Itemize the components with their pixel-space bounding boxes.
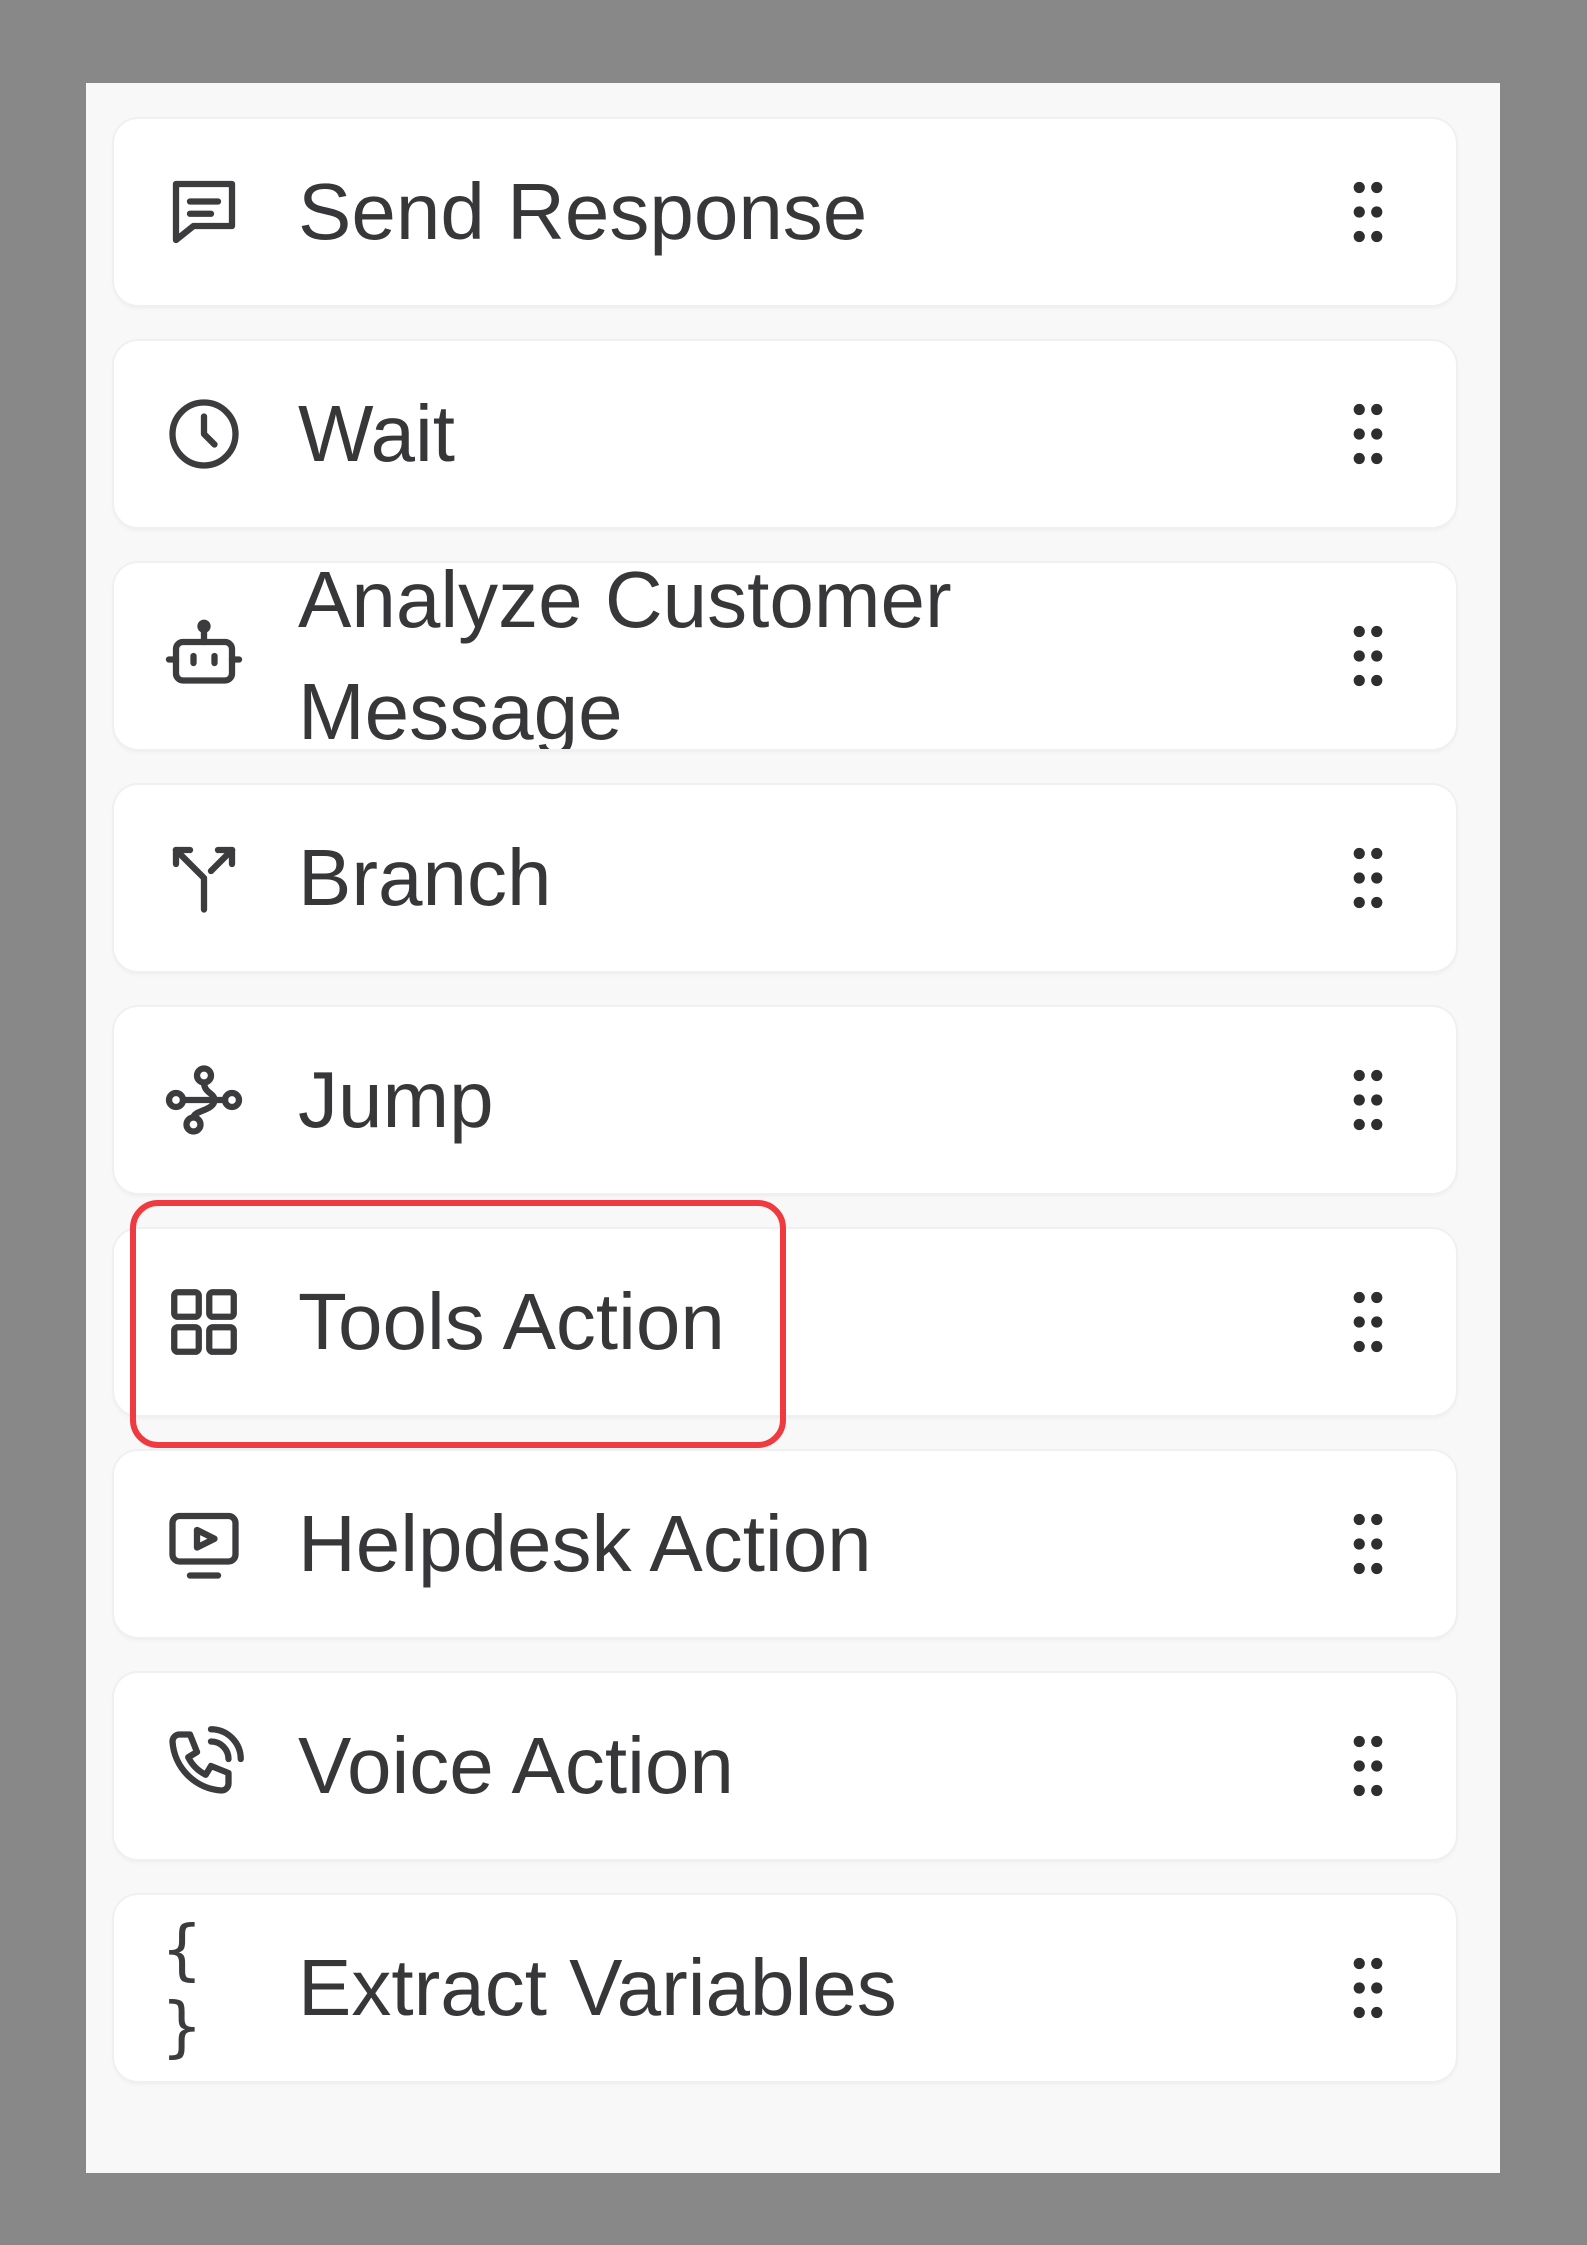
action-label: Tools Action (298, 1277, 725, 1366)
action-tools-action[interactable]: Tools Action (114, 1229, 1456, 1415)
drag-handle-icon[interactable] (1350, 399, 1386, 469)
message-square-icon (162, 170, 246, 254)
action-helpdesk-action[interactable]: Helpdesk Action (114, 1451, 1456, 1637)
action-label: Helpdesk Action (298, 1499, 872, 1588)
drag-handle-icon[interactable] (1350, 1287, 1386, 1357)
action-list: Send Response Wait Analyze Customer Mess… (114, 119, 1456, 2117)
bot-icon (162, 614, 246, 698)
action-jump[interactable]: Jump (114, 1007, 1456, 1193)
monitor-play-icon (162, 1502, 246, 1586)
drag-handle-icon[interactable] (1350, 843, 1386, 913)
drag-handle-icon[interactable] (1350, 621, 1386, 691)
grid-icon (162, 1280, 246, 1364)
action-voice-action[interactable]: Voice Action (114, 1673, 1456, 1859)
action-label: Wait (298, 389, 456, 478)
drag-handle-icon[interactable] (1350, 177, 1386, 247)
action-branch[interactable]: Branch (114, 785, 1456, 971)
action-send-response[interactable]: Send Response (114, 119, 1456, 305)
action-label: Branch (298, 833, 552, 922)
drag-handle-icon[interactable] (1350, 1509, 1386, 1579)
action-label: Analyze Customer Message (298, 563, 952, 749)
action-wait[interactable]: Wait (114, 341, 1456, 527)
braces-icon: { } (162, 1911, 208, 2065)
action-extract-variables[interactable]: { } Extract Variables (114, 1895, 1456, 2081)
drag-handle-icon[interactable] (1350, 1953, 1386, 2023)
workflow-icon (162, 1058, 246, 1142)
action-label: Extract Variables (298, 1943, 897, 2032)
action-label: Jump (298, 1055, 494, 1144)
action-label: Send Response (298, 167, 868, 256)
action-analyze-customer-message[interactable]: Analyze Customer Message (114, 563, 1456, 749)
phone-call-icon (162, 1724, 246, 1808)
clock-icon (162, 392, 246, 476)
actions-panel: Send Response Wait Analyze Customer Mess… (86, 83, 1500, 2173)
split-icon (162, 836, 246, 920)
action-label: Voice Action (298, 1721, 734, 1810)
drag-handle-icon[interactable] (1350, 1731, 1386, 1801)
drag-handle-icon[interactable] (1350, 1065, 1386, 1135)
